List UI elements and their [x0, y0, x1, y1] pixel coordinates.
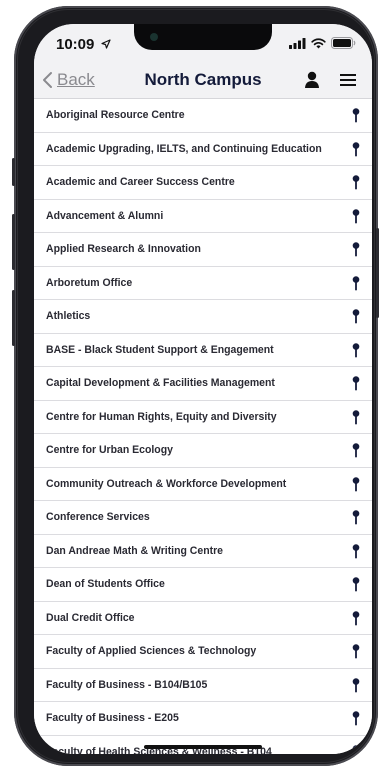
list-item[interactable]: Arboretum Office [34, 267, 372, 300]
map-pin-icon[interactable] [352, 108, 360, 128]
list-item[interactable]: Academic Upgrading, IELTS, and Continuin… [34, 133, 372, 166]
list-item[interactable]: Academic and Career Success Centre [34, 166, 372, 200]
map-pin-icon[interactable] [352, 208, 360, 229]
list-item-label: Applied Research & Innovation [46, 243, 201, 256]
hamburger-menu-icon[interactable] [340, 73, 356, 87]
notch [134, 24, 272, 50]
list-item-label: Conference Services [46, 511, 150, 524]
status-time-text: 10:09 [56, 36, 95, 53]
list-item[interactable]: Aboriginal Resource Centre [34, 99, 372, 133]
navigation-bar: Back North Campus [34, 64, 372, 99]
silent-switch [12, 158, 15, 186]
front-camera [150, 33, 158, 41]
map-pin-icon[interactable] [352, 543, 360, 564]
chevron-left-icon [43, 72, 52, 88]
list-item-label: Advancement & Alumni [46, 209, 164, 222]
battery-icon [331, 37, 356, 49]
map-pin-icon[interactable] [352, 577, 360, 597]
list-item-label: Academic and Career Success Centre [46, 176, 235, 189]
list-item[interactable]: Faculty of Business - E205 [34, 702, 372, 736]
list-item[interactable]: Conference Services [34, 501, 372, 535]
list-item-label: BASE - Black Student Support & Engagemen… [46, 343, 274, 356]
list-item-label: Academic Upgrading, IELTS, and Continuin… [46, 142, 322, 155]
status-time: 10:09 [56, 36, 111, 53]
list-item[interactable]: Community Outreach & Workforce Developme… [34, 468, 372, 501]
list-item-label: Faculty of Applied Sciences & Technology [46, 645, 257, 658]
map-pin-icon[interactable] [352, 644, 360, 664]
home-indicator[interactable] [144, 745, 262, 749]
list-item-label: Athletics [46, 310, 91, 323]
list-item-label: Aboriginal Resource Centre [46, 109, 185, 122]
list-item[interactable]: Athletics [34, 300, 372, 334]
list-item-label: Arboretum Office [46, 276, 133, 289]
list-item[interactable]: Dean of Students Office [34, 568, 372, 602]
screen: 10:09 Back North Campus Aboriginal Resou… [34, 24, 372, 754]
list-item-label: Faculty of Business - E205 [46, 712, 179, 725]
list-item-label: Centre for Urban Ecology [46, 444, 173, 457]
map-pin-icon[interactable] [352, 744, 360, 754]
status-bar: 10:09 [34, 24, 372, 64]
list-item[interactable]: Capital Development & Facilities Managem… [34, 367, 372, 401]
list-item[interactable]: Centre for Urban Ecology [34, 434, 372, 468]
department-list: Aboriginal Resource Centre Academic Upgra… [34, 99, 372, 754]
list-item-label: Dual Credit Office [46, 611, 135, 624]
map-pin-icon[interactable] [352, 409, 360, 430]
list-item[interactable]: Applied Research & Innovation [34, 233, 372, 267]
back-button[interactable]: Back [42, 70, 95, 90]
map-pin-icon[interactable] [352, 510, 360, 530]
map-pin-icon[interactable] [352, 711, 360, 731]
power-button [376, 228, 379, 318]
wifi-icon [311, 37, 326, 48]
list-item-label: Dan Andreae Math & Writing Centre [46, 544, 224, 557]
list-item[interactable]: Faculty of Applied Sciences & Technology [34, 635, 372, 669]
list-item[interactable]: Dual Credit Office [34, 602, 372, 635]
list-item[interactable]: Centre for Human Rights, Equity and Dive… [34, 401, 372, 434]
back-label: Back [57, 70, 95, 89]
list-item[interactable]: Faculty of Business - B104/B105 [34, 669, 372, 702]
map-pin-icon[interactable] [352, 275, 360, 296]
list-item-label: Community Outreach & Workforce Developme… [46, 477, 287, 490]
map-pin-icon[interactable] [352, 376, 360, 396]
map-pin-icon[interactable] [352, 242, 360, 262]
list-item[interactable]: Advancement & Alumni [34, 200, 372, 233]
map-pin-icon[interactable] [352, 476, 360, 497]
volume-up-button [12, 214, 15, 270]
list-item-label: Faculty of Business - B104/B105 [46, 678, 208, 691]
map-pin-icon[interactable] [352, 443, 360, 463]
list-item-label: Dean of Students Office [46, 578, 165, 591]
map-pin-icon[interactable] [352, 175, 360, 195]
volume-down-button [12, 290, 15, 346]
map-pin-icon[interactable] [352, 610, 360, 631]
map-pin-icon[interactable] [352, 677, 360, 698]
list-item-label: Centre for Human Rights, Equity and Dive… [46, 410, 277, 423]
cellular-signal-icon [289, 37, 306, 49]
list-item-label: Capital Development & Facilities Managem… [46, 377, 275, 390]
user-icon[interactable] [304, 71, 320, 88]
list-item[interactable]: BASE - Black Student Support & Engagemen… [34, 334, 372, 367]
location-arrow-icon [100, 39, 111, 49]
map-pin-icon[interactable] [352, 309, 360, 329]
status-icons [289, 37, 356, 49]
map-pin-icon[interactable] [352, 342, 360, 363]
list-item[interactable]: Dan Andreae Math & Writing Centre [34, 535, 372, 568]
map-pin-icon[interactable] [352, 141, 360, 162]
